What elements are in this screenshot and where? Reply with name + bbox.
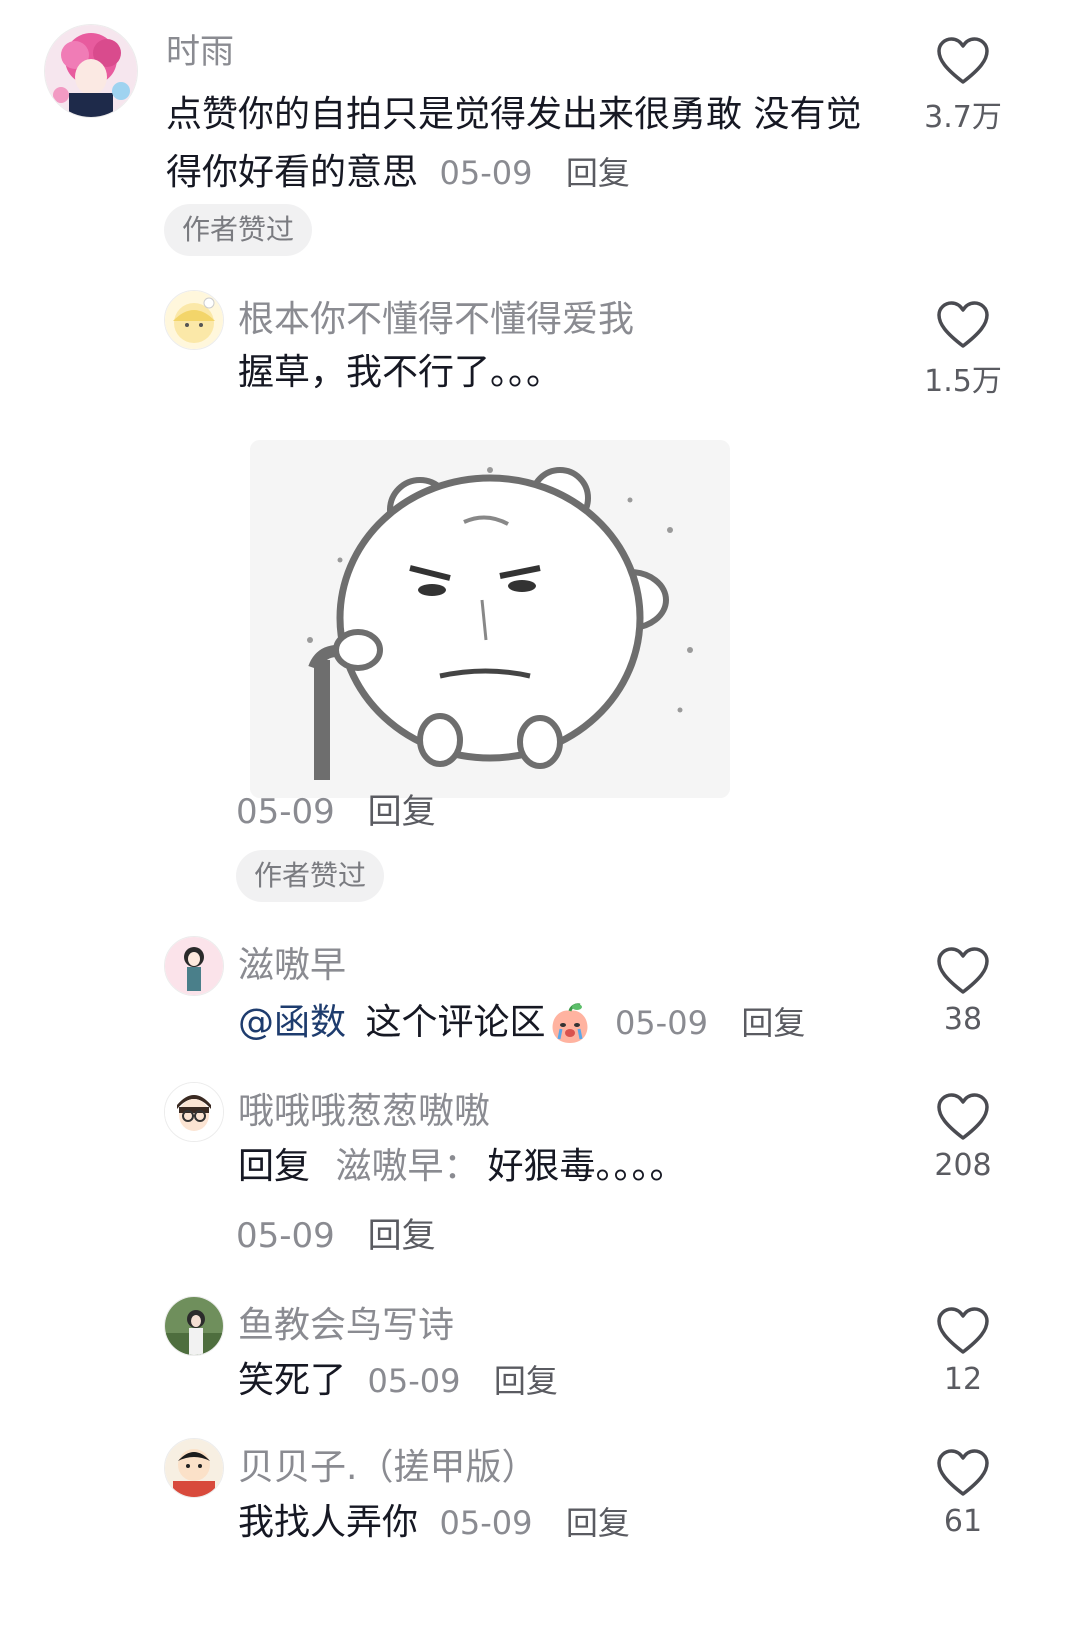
comment-time: 05-09 [439,154,533,192]
comment-time: 05-09 [439,1504,533,1542]
comment-time: 05-09 [367,1362,461,1400]
username[interactable]: 贝贝子.（搓甲版） [238,1438,537,1490]
author-liked-badge: 作者赞过 [164,204,313,256]
avatar[interactable] [164,1082,224,1142]
comment-text-block: 我找人弄你 05-09 回复 [238,1494,630,1552]
reply-button[interactable]: 回复 [566,154,630,192]
comment-text: 好狠毒。。。。 [487,1146,686,1187]
comment-text-block: 回复 滋嗷早： 好狠毒。。。。 [238,1138,686,1196]
like-count: 1.5万 [924,364,1002,399]
comment-text: 我找人弄你 [238,1502,419,1543]
reply-button[interactable]: 回复 [368,792,436,832]
author-liked-badge: 作者赞过 [236,850,385,902]
heart-outline-icon [937,1093,989,1140]
reply-prefix: 回复 [238,1146,311,1187]
like-button[interactable]: 12 [908,1306,1018,1397]
reply-button[interactable]: 回复 [566,1504,630,1542]
crying-peach-emoji [547,1001,593,1047]
comment-time: 05-09 [236,792,335,832]
avatar[interactable] [44,24,138,118]
heart-outline-icon [937,37,989,84]
like-button[interactable]: 61 [908,1448,1018,1539]
mention-link[interactable]: @函数 [238,1002,346,1043]
heart-outline-icon [937,947,989,994]
reply-button[interactable]: 回复 [368,1216,436,1256]
like-count: 208 [934,1148,992,1183]
username[interactable]: 哦哦哦葱葱嗷嗷 [238,1082,490,1134]
comment-text: 握草，我不行了。。。 [238,352,563,393]
comment-meta: 05-09 回复 [236,784,436,833]
comment-text-block: 笑死了 05-09 回复 [238,1352,558,1410]
reply-button[interactable]: 回复 [494,1362,558,1400]
sticker-image[interactable] [250,440,730,798]
heart-outline-icon [937,301,989,348]
like-count: 61 [943,1504,983,1539]
like-button[interactable]: 3.7万 [908,36,1018,136]
username[interactable]: 鱼教会鸟写诗 [238,1296,454,1348]
comment-time: 05-09 [236,1216,335,1256]
comment-text-block: 点赞你的自拍只是觉得发出来很勇敢 没有觉得你好看的意思 05-09 回复 [166,86,876,202]
like-button[interactable]: 1.5万 [908,300,1018,400]
avatar[interactable] [164,290,224,350]
like-count: 12 [943,1362,983,1397]
like-count: 38 [943,1002,983,1037]
like-button[interactable]: 208 [908,1092,1018,1183]
comment-time: 05-09 [614,1004,708,1042]
comment-text-block: @函数 这个评论区 05-09 回复 [238,994,805,1052]
comment-text: 这个评论区 [365,1002,546,1043]
avatar[interactable] [164,1438,224,1498]
username[interactable]: 滋嗷早 [238,936,346,988]
comment-text: 笑死了 [238,1360,347,1401]
comment-meta: 05-09 回复 [236,1208,436,1257]
heart-outline-icon [937,1307,989,1354]
username[interactable]: 时雨 [166,24,234,73]
bear-cane-sticker [250,440,730,798]
username[interactable]: 根本你不懂得不懂得爱我 [238,290,634,342]
like-button[interactable]: 38 [908,946,1018,1037]
avatar[interactable] [164,1296,224,1356]
reply-button[interactable]: 回复 [741,1004,805,1042]
like-count: 3.7万 [924,100,1002,135]
heart-outline-icon [937,1449,989,1496]
reply-target-user[interactable]: 滋嗷早： [335,1146,479,1187]
avatar[interactable] [164,936,224,996]
